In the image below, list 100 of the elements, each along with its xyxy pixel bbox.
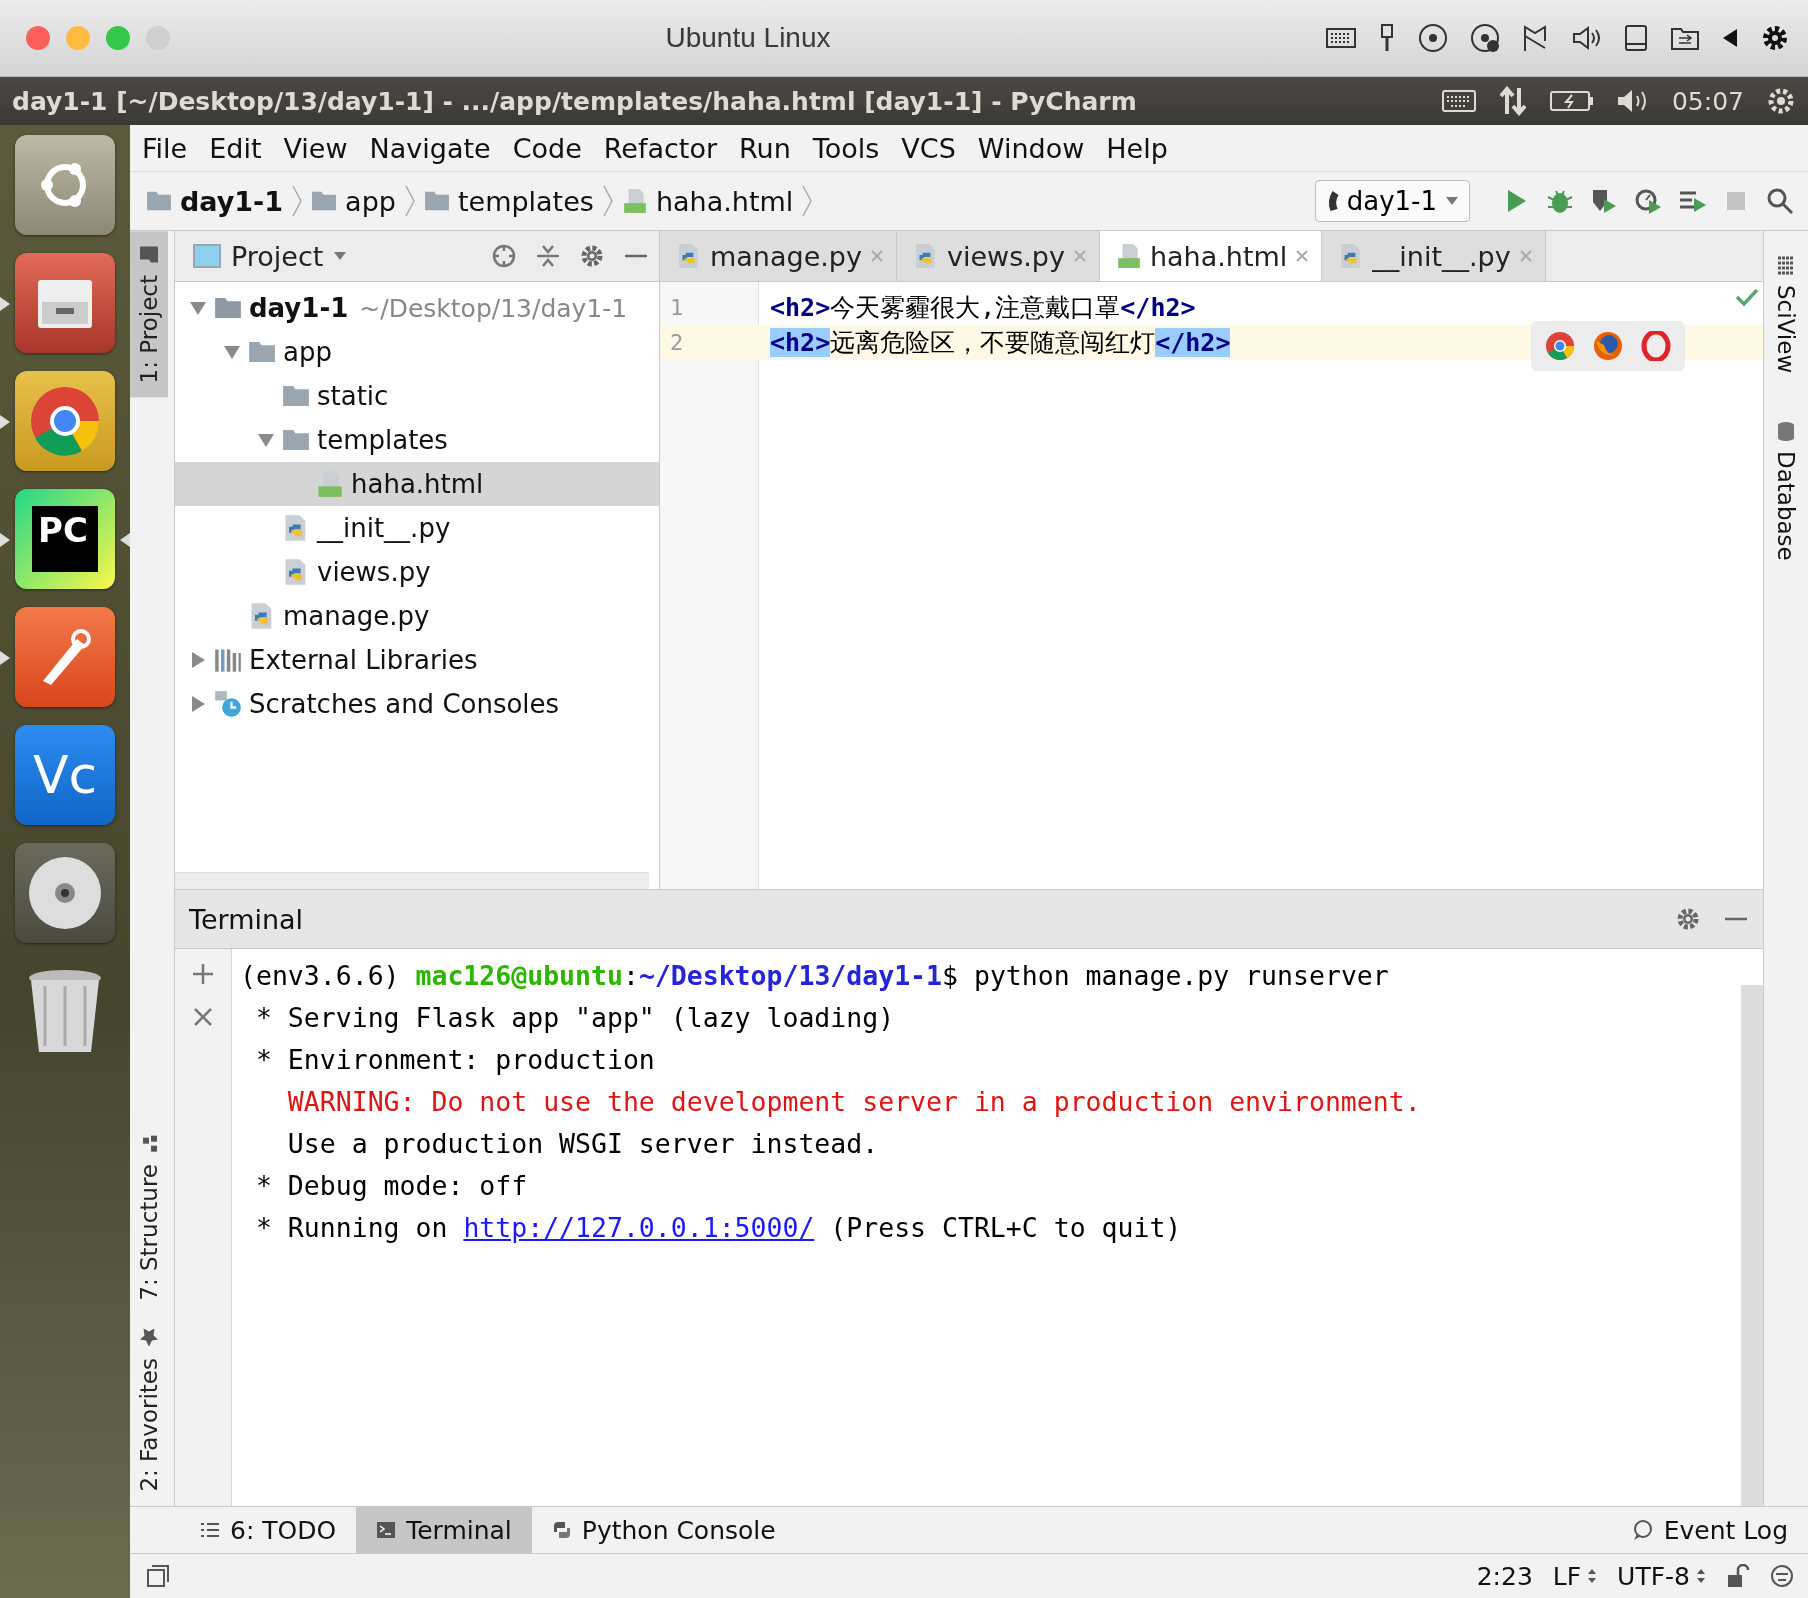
tree-label: templates [317, 425, 448, 455]
ring-logo-icon[interactable] [15, 135, 115, 235]
tool-window-tab[interactable]: 7: Structure [130, 1119, 168, 1315]
usb-plug-icon[interactable] [1378, 23, 1396, 53]
run-config-dropdown[interactable]: day1-1 [1314, 180, 1470, 222]
menu-item[interactable]: View [283, 132, 348, 164]
tree-row[interactable]: haha.html [175, 462, 659, 506]
terminal-line: * Environment: production [254, 1043, 656, 1077]
disc-icon[interactable] [1418, 23, 1448, 53]
browser-icon[interactable] [1593, 331, 1623, 361]
breadcrumb[interactable]: app [311, 185, 396, 217]
tree-path: ~/Desktop/13/day1-1 [359, 293, 628, 323]
drive-icon[interactable] [1624, 24, 1648, 52]
tree-row[interactable]: External Libraries [175, 638, 659, 682]
inspector-face-icon[interactable] [1770, 1564, 1794, 1588]
menu-item[interactable]: Window [977, 132, 1085, 164]
html-file-icon [621, 188, 648, 214]
vc-logo[interactable]: Vc [15, 725, 115, 825]
event-log-button[interactable]: Event Log [1611, 1507, 1808, 1553]
line-separator-selector[interactable]: LF [1552, 1561, 1598, 1591]
panel-toggle-icon[interactable] [146, 1564, 170, 1588]
menu-item[interactable]: Help [1106, 132, 1168, 164]
speaker-icon[interactable] [1572, 25, 1602, 51]
horizontal-scrollbar[interactable] [175, 872, 649, 889]
caret-icon [1445, 196, 1459, 206]
battery-icon[interactable] [1549, 90, 1594, 112]
tree-label: day1-1 [249, 293, 349, 323]
menu-item[interactable]: Edit [209, 132, 262, 164]
tool-window-tab[interactable]: 2: Favorites [130, 1314, 168, 1506]
menu-item[interactable]: Refactor [603, 132, 718, 164]
cursor-position[interactable]: 2:23 [1476, 1561, 1533, 1591]
tool-window-tab[interactable]: 1: Project [130, 231, 168, 398]
star-icon [139, 1328, 159, 1349]
menu-item[interactable]: Run [739, 132, 791, 164]
html-file-icon [1115, 243, 1142, 269]
disc-icon[interactable] [1470, 23, 1500, 53]
window-icon [193, 244, 221, 268]
expanded-arrow-icon[interactable] [257, 431, 275, 449]
tree-row[interactable]: templates [175, 418, 659, 462]
editor-tab[interactable]: haha.html [1099, 231, 1323, 281]
keyboard-icon[interactable] [1441, 88, 1476, 114]
tree-row[interactable]: views.py [175, 550, 659, 594]
menu-item[interactable]: File [142, 132, 188, 164]
locate-icon[interactable] [491, 243, 517, 269]
close-icon[interactable] [193, 1007, 213, 1027]
tree-row[interactable]: manage.py [175, 594, 659, 638]
code-line: <h2>远离危险区，不要随意闯红灯</h2> [770, 327, 1231, 359]
tree-label: __init__.py [317, 513, 451, 543]
clock[interactable]: 05:07 [1671, 86, 1744, 116]
collapse-all-icon[interactable] [535, 243, 561, 269]
collapsed-arrow-icon[interactable] [189, 695, 207, 713]
breadcrumb[interactable]: day1-1 [146, 185, 284, 217]
tool-window-tab[interactable]: 6: TODO [180, 1507, 357, 1553]
breadcrumb[interactable]: haha.html [621, 185, 794, 217]
python-icon [551, 1520, 572, 1540]
collapsed-arrow-icon[interactable] [189, 651, 207, 669]
encoding-selector[interactable]: UTF-8 [1617, 1561, 1706, 1591]
breadcrumb[interactable]: templates [423, 185, 594, 217]
tool-window-tab[interactable]: Database [1764, 407, 1808, 575]
tree-row[interactable]: Scratches and Consoles [175, 682, 659, 726]
menu-item[interactable]: Navigate [369, 132, 491, 164]
plus-icon[interactable] [192, 963, 214, 985]
shared-folder-icon[interactable] [1670, 25, 1700, 51]
editor-tab[interactable]: manage.py [660, 231, 897, 281]
window-title: Ubuntu Linux [664, 22, 832, 54]
tool-window-tab[interactable]: Python Console [531, 1507, 796, 1553]
terminal-output[interactable] [232, 949, 1741, 1506]
menu-item[interactable]: Code [512, 132, 582, 164]
tree-row[interactable]: app [175, 330, 659, 374]
tree-row[interactable]: day1-1 ~/Desktop/13/day1-1 [175, 286, 659, 330]
checkmark-icon [1735, 287, 1759, 307]
vertical-scrollbar[interactable] [1741, 985, 1763, 1506]
code-editor[interactable]: 1 <h2>今天雾霾很大,注意戴口罩</h2> 2 <h2>远离危险区，不要随意闯红灯</h2> [660, 282, 1763, 889]
panel-title: Terminal [189, 903, 305, 935]
tool-window-tab[interactable]: SciView [1764, 241, 1808, 388]
keyboard-icon[interactable] [1326, 26, 1356, 50]
transfer-arrows-icon[interactable] [1497, 86, 1528, 116]
tool-window-tab[interactable]: Terminal [356, 1507, 532, 1553]
power-gear-icon[interactable] [1766, 86, 1796, 116]
browser-icon[interactable] [1641, 331, 1671, 361]
tree-row[interactable]: static [175, 374, 659, 418]
settings-icon[interactable] [1760, 23, 1790, 53]
terminal-line: (env3.6.6) mac126@ubuntu:~/Desktop/13/day1-1$ python manage.py runserver [240, 959, 1390, 993]
editor-tab[interactable]: __init__.py [1322, 231, 1546, 281]
drawer-icon[interactable] [15, 253, 115, 353]
list-icon [200, 1520, 220, 1540]
expanded-arrow-icon[interactable] [223, 343, 241, 361]
chevron-icon [601, 184, 614, 218]
expanded-arrow-icon[interactable] [189, 299, 207, 317]
lock-icon[interactable] [1726, 1564, 1750, 1588]
menu-item[interactable]: VCS [901, 132, 956, 164]
browser-icon[interactable] [1545, 331, 1575, 361]
editor-tab[interactable]: views.py [896, 231, 1100, 281]
pen-icon[interactable] [15, 607, 115, 707]
back-triangle-icon[interactable] [1722, 28, 1738, 48]
terminal-link[interactable]: http://127.0.0.1:5000/ [463, 1212, 815, 1243]
pc-logo[interactable]: PC [15, 489, 115, 589]
menu-item[interactable]: Tools [812, 132, 880, 164]
database-icon [1776, 421, 1796, 442]
tree-row[interactable]: __init__.py [175, 506, 659, 550]
